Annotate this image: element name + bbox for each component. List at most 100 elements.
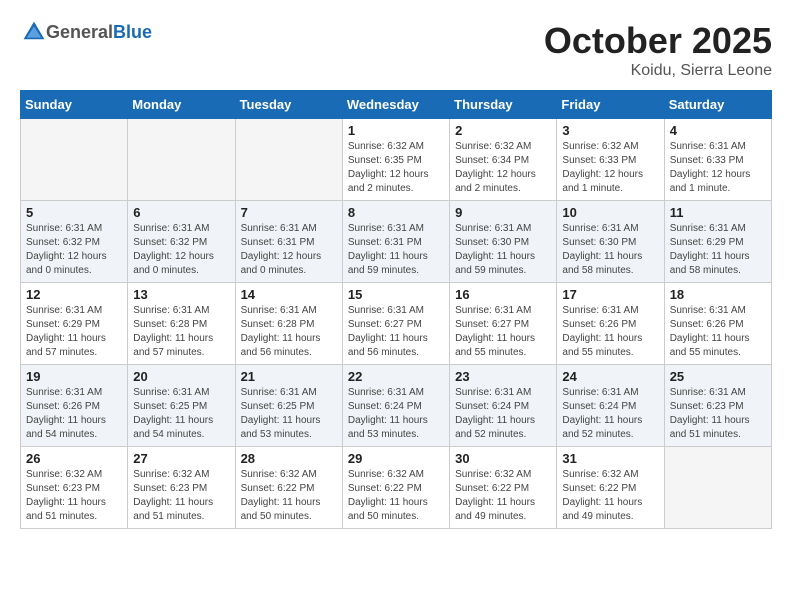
day-info: Sunrise: 6:32 AM Sunset: 6:23 PM Dayligh… bbox=[133, 468, 229, 524]
day-info: Sunrise: 6:31 AM Sunset: 6:26 PM Dayligh… bbox=[670, 304, 766, 360]
calendar-week-row: 19 Sunrise: 6:31 AM Sunset: 6:26 PM Dayli… bbox=[21, 365, 772, 447]
calendar-week-row: 1 Sunrise: 6:32 AM Sunset: 6:35 PM Daylig… bbox=[21, 119, 772, 201]
calendar-day-cell: 15 Sunrise: 6:31 AM Sunset: 6:27 PM Dayli… bbox=[342, 283, 449, 365]
calendar-day-cell bbox=[664, 447, 771, 529]
day-info: Sunrise: 6:31 AM Sunset: 6:31 PM Dayligh… bbox=[348, 222, 444, 278]
calendar-day-cell: 4 Sunrise: 6:31 AM Sunset: 6:33 PM Daylig… bbox=[664, 119, 771, 201]
day-number: 10 bbox=[562, 205, 658, 220]
calendar-day-cell: 23 Sunrise: 6:31 AM Sunset: 6:24 PM Dayli… bbox=[450, 365, 557, 447]
weekday-header-monday: Monday bbox=[128, 91, 235, 119]
day-info: Sunrise: 6:31 AM Sunset: 6:29 PM Dayligh… bbox=[26, 304, 122, 360]
day-info: Sunrise: 6:31 AM Sunset: 6:27 PM Dayligh… bbox=[348, 304, 444, 360]
day-info: Sunrise: 6:31 AM Sunset: 6:31 PM Dayligh… bbox=[241, 222, 337, 278]
day-info: Sunrise: 6:32 AM Sunset: 6:22 PM Dayligh… bbox=[455, 468, 551, 524]
calendar-day-cell: 17Sunrise: 6:31 AM Sunset: 6:26 PM Dayli… bbox=[557, 283, 664, 365]
day-number: 20 bbox=[133, 369, 229, 384]
day-info: Sunrise: 6:31 AM Sunset: 6:24 PM Dayligh… bbox=[562, 386, 658, 442]
weekday-header-saturday: Saturday bbox=[664, 91, 771, 119]
day-info: Sunrise: 6:32 AM Sunset: 6:22 PM Dayligh… bbox=[348, 468, 444, 524]
day-info: Sunrise: 6:31 AM Sunset: 6:27 PM Dayligh… bbox=[455, 304, 551, 360]
weekday-header-friday: Friday bbox=[557, 91, 664, 119]
logo-text-general: General bbox=[46, 22, 113, 42]
day-number: 28 bbox=[241, 451, 337, 466]
logo-icon bbox=[22, 20, 46, 44]
day-number: 1 bbox=[348, 123, 444, 138]
day-number: 5 bbox=[26, 205, 122, 220]
day-info: Sunrise: 6:32 AM Sunset: 6:22 PM Dayligh… bbox=[241, 468, 337, 524]
day-number: 25 bbox=[670, 369, 766, 384]
calendar-day-cell: 1 Sunrise: 6:32 AM Sunset: 6:35 PM Daylig… bbox=[342, 119, 449, 201]
day-info: Sunrise: 6:31 AM Sunset: 6:24 PM Dayligh… bbox=[348, 386, 444, 442]
day-number: 2 bbox=[455, 123, 551, 138]
day-number: 12 bbox=[26, 287, 122, 302]
calendar-day-cell: 6 Sunrise: 6:31 AM Sunset: 6:32 PM Daylig… bbox=[128, 201, 235, 283]
calendar-day-cell: 31Sunrise: 6:32 AM Sunset: 6:22 PM Dayli… bbox=[557, 447, 664, 529]
day-number: 11 bbox=[670, 205, 766, 220]
calendar-day-cell: 7Sunrise: 6:31 AM Sunset: 6:31 PM Daylig… bbox=[235, 201, 342, 283]
calendar-day-cell: 21 Sunrise: 6:31 AM Sunset: 6:25 PM Dayli… bbox=[235, 365, 342, 447]
day-number: 15 bbox=[348, 287, 444, 302]
calendar-day-cell: 13 Sunrise: 6:31 AM Sunset: 6:28 PM Dayli… bbox=[128, 283, 235, 365]
day-number: 17 bbox=[562, 287, 658, 302]
day-info: Sunrise: 6:32 AM Sunset: 6:35 PM Dayligh… bbox=[348, 140, 444, 196]
day-number: 14 bbox=[241, 287, 337, 302]
logo-text-blue: Blue bbox=[113, 22, 152, 42]
day-info: Sunrise: 6:32 AM Sunset: 6:33 PM Dayligh… bbox=[562, 140, 658, 196]
day-number: 24 bbox=[562, 369, 658, 384]
day-info: Sunrise: 6:31 AM Sunset: 6:30 PM Dayligh… bbox=[455, 222, 551, 278]
day-number: 26 bbox=[26, 451, 122, 466]
calendar-day-cell: 19 Sunrise: 6:31 AM Sunset: 6:26 PM Dayli… bbox=[21, 365, 128, 447]
calendar-day-cell: 24 Sunrise: 6:31 AM Sunset: 6:24 PM Dayli… bbox=[557, 365, 664, 447]
day-number: 18 bbox=[670, 287, 766, 302]
day-info: Sunrise: 6:31 AM Sunset: 6:32 PM Dayligh… bbox=[133, 222, 229, 278]
page-header: GeneralBlue October 2025 Koidu, Sierra L… bbox=[20, 20, 772, 80]
calendar-day-cell: 3 Sunrise: 6:32 AM Sunset: 6:33 PM Daylig… bbox=[557, 119, 664, 201]
calendar-day-cell: 22Sunrise: 6:31 AM Sunset: 6:24 PM Dayli… bbox=[342, 365, 449, 447]
day-info: Sunrise: 6:31 AM Sunset: 6:24 PM Dayligh… bbox=[455, 386, 551, 442]
calendar-day-cell: 2Sunrise: 6:32 AM Sunset: 6:34 PM Daylig… bbox=[450, 119, 557, 201]
day-number: 21 bbox=[241, 369, 337, 384]
day-info: Sunrise: 6:31 AM Sunset: 6:28 PM Dayligh… bbox=[133, 304, 229, 360]
weekday-header-row: SundayMondayTuesdayWednesdayThursdayFrid… bbox=[21, 91, 772, 119]
day-info: Sunrise: 6:31 AM Sunset: 6:25 PM Dayligh… bbox=[241, 386, 337, 442]
calendar-day-cell bbox=[128, 119, 235, 201]
calendar-week-row: 12 Sunrise: 6:31 AM Sunset: 6:29 PM Dayli… bbox=[21, 283, 772, 365]
day-number: 4 bbox=[670, 123, 766, 138]
calendar-day-cell: 16Sunrise: 6:31 AM Sunset: 6:27 PM Dayli… bbox=[450, 283, 557, 365]
day-info: Sunrise: 6:31 AM Sunset: 6:30 PM Dayligh… bbox=[562, 222, 658, 278]
title-block: October 2025 Koidu, Sierra Leone bbox=[544, 20, 772, 80]
calendar-day-cell: 9 Sunrise: 6:31 AM Sunset: 6:30 PM Daylig… bbox=[450, 201, 557, 283]
logo: GeneralBlue bbox=[20, 20, 152, 44]
day-info: Sunrise: 6:31 AM Sunset: 6:33 PM Dayligh… bbox=[670, 140, 766, 196]
location-title: Koidu, Sierra Leone bbox=[544, 62, 772, 80]
calendar-week-row: 5 Sunrise: 6:31 AM Sunset: 6:32 PM Daylig… bbox=[21, 201, 772, 283]
weekday-header-thursday: Thursday bbox=[450, 91, 557, 119]
calendar-day-cell: 18 Sunrise: 6:31 AM Sunset: 6:26 PM Dayli… bbox=[664, 283, 771, 365]
calendar-day-cell: 8 Sunrise: 6:31 AM Sunset: 6:31 PM Daylig… bbox=[342, 201, 449, 283]
calendar-day-cell: 27 Sunrise: 6:32 AM Sunset: 6:23 PM Dayli… bbox=[128, 447, 235, 529]
day-number: 8 bbox=[348, 205, 444, 220]
calendar-day-cell: 12 Sunrise: 6:31 AM Sunset: 6:29 PM Dayli… bbox=[21, 283, 128, 365]
day-number: 30 bbox=[455, 451, 551, 466]
day-number: 6 bbox=[133, 205, 229, 220]
day-number: 3 bbox=[562, 123, 658, 138]
day-info: Sunrise: 6:31 AM Sunset: 6:28 PM Dayligh… bbox=[241, 304, 337, 360]
calendar-day-cell bbox=[21, 119, 128, 201]
day-number: 31 bbox=[562, 451, 658, 466]
day-info: Sunrise: 6:31 AM Sunset: 6:25 PM Dayligh… bbox=[133, 386, 229, 442]
calendar-table: SundayMondayTuesdayWednesdayThursdayFrid… bbox=[20, 90, 772, 529]
weekday-header-sunday: Sunday bbox=[21, 91, 128, 119]
day-number: 13 bbox=[133, 287, 229, 302]
weekday-header-wednesday: Wednesday bbox=[342, 91, 449, 119]
calendar-day-cell: 11Sunrise: 6:31 AM Sunset: 6:29 PM Dayli… bbox=[664, 201, 771, 283]
day-info: Sunrise: 6:32 AM Sunset: 6:23 PM Dayligh… bbox=[26, 468, 122, 524]
day-number: 29 bbox=[348, 451, 444, 466]
calendar-week-row: 26 Sunrise: 6:32 AM Sunset: 6:23 PM Dayli… bbox=[21, 447, 772, 529]
day-number: 27 bbox=[133, 451, 229, 466]
day-info: Sunrise: 6:31 AM Sunset: 6:26 PM Dayligh… bbox=[26, 386, 122, 442]
day-number: 9 bbox=[455, 205, 551, 220]
calendar-day-cell: 30 Sunrise: 6:32 AM Sunset: 6:22 PM Dayli… bbox=[450, 447, 557, 529]
day-number: 19 bbox=[26, 369, 122, 384]
calendar-day-cell: 26 Sunrise: 6:32 AM Sunset: 6:23 PM Dayli… bbox=[21, 447, 128, 529]
day-number: 23 bbox=[455, 369, 551, 384]
